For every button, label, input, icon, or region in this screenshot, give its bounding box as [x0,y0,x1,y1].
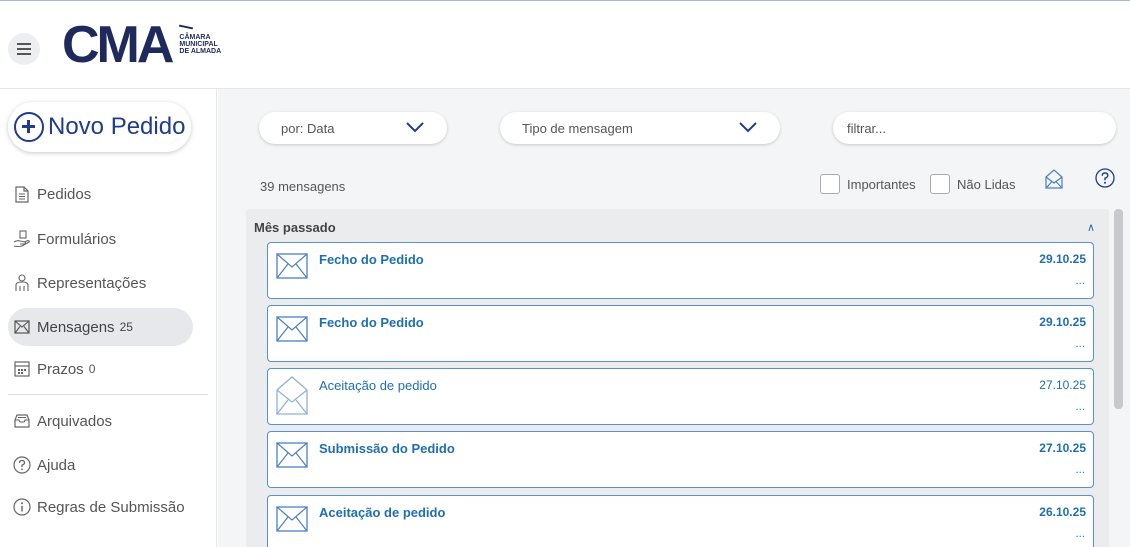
more-indicator: ... [1075,529,1085,540]
filter-placeholder: filtrar... [847,120,887,136]
message-type-value: Tipo de mensagem [522,120,633,136]
envelope-icon [276,442,308,472]
unread-label: Não Lidas [957,176,1016,192]
hamburger-menu-icon[interactable] [8,33,40,65]
sidebar-item-formularios[interactable]: Formulários [8,220,193,258]
logo-line-3: DE ALMADA [179,48,222,55]
message-title: Fecho do Pedido [319,315,424,330]
envelope-icon [276,253,308,283]
message-date: 27.10.25 [1039,378,1086,392]
app-header: CMA CÂMARA MUNICIPAL DE ALMADA [0,1,1130,89]
logo-subtitle: CÂMARA MUNICIPAL DE ALMADA [179,24,222,55]
sidebar-item-ajuda[interactable]: Ajuda [8,446,193,484]
sidebar-item-label: Pedidos [37,185,92,203]
message-list: Mês passado ∧ Fecho do Pedido 29.10.25 .… [246,209,1109,547]
sidebar-item-representacoes[interactable]: Representações [8,264,193,302]
envelope-icon [13,318,31,336]
hand-form-icon [13,230,31,248]
help-icon[interactable] [1095,168,1115,192]
message-type-dropdown[interactable]: Tipo de mensagem [500,112,780,144]
open-envelope-icon [276,374,308,420]
message-date: 29.10.25 [1039,315,1086,329]
message-card[interactable]: Fecho do Pedido 29.10.25 ... [267,305,1094,362]
plus-circle-icon [14,112,44,142]
new-request-label: Novo Pedido [48,113,186,140]
sidebar-item-label: Regras de Submissão [37,498,185,516]
sidebar-item-regras-submissao[interactable]: Regras de Submissão [8,488,213,526]
unread-checkbox[interactable]: Não Lidas [930,172,1016,196]
message-date: 27.10.25 [1039,441,1086,455]
message-title: Aceitação de pedido [319,505,446,520]
more-indicator: ... [1075,339,1085,350]
more-indicator: ... [1075,402,1085,413]
group-title: Mês passado [254,220,336,235]
messages-panel: por: Data Tipo de mensagem filtrar... 39… [218,89,1130,547]
logo-text: CMA [62,16,174,74]
checkbox-box[interactable] [930,174,950,194]
sidebar-item-mensagens[interactable]: Mensagens 25 [8,308,193,346]
envelope-icon [276,506,308,536]
message-card[interactable]: Fecho do Pedido 29.10.25 ... [267,242,1094,299]
message-date: 26.10.25 [1039,505,1086,519]
sidebar-item-label: Prazos [37,360,84,378]
more-indicator: ... [1075,465,1085,476]
message-title: Aceitação de pedido [319,378,437,393]
document-icon [13,185,31,203]
message-card[interactable]: Aceitação de pedido 26.10.25 ... [267,495,1094,547]
calendar-icon [13,360,31,378]
help-icon [13,456,31,474]
chevron-down-icon [738,121,758,136]
message-title: Submissão do Pedido [319,441,455,456]
sidebar-item-label: Representações [37,274,147,292]
message-card[interactable]: Submissão do Pedido 27.10.25 ... [267,431,1094,488]
sidebar-item-label: Arquivados [37,412,113,430]
checkbox-box[interactable] [820,174,840,194]
important-label: Importantes [847,176,916,192]
open-envelope-icon[interactable] [1045,169,1063,193]
sidebar-item-count: 25 [119,320,133,334]
envelope-icon [276,316,308,346]
sidebar-item-prazos[interactable]: Prazos 0 [8,350,193,388]
archive-icon [13,412,31,430]
sidebar-item-label: Formulários [37,230,117,248]
chevron-down-icon [405,121,425,136]
collapse-caret-icon[interactable]: ∧ [1087,221,1095,234]
cma-logo[interactable]: CMA CÂMARA MUNICIPAL DE ALMADA [62,16,222,74]
message-count: 39 mensagens [260,179,346,194]
scrollbar[interactable] [1114,209,1123,409]
sidebar-item-pedidos[interactable]: Pedidos [8,175,193,213]
sidebar-item-count: 0 [88,362,96,376]
sort-dropdown[interactable]: por: Data [259,112,447,144]
message-title: Fecho do Pedido [319,252,424,267]
sidebar-item-arquivados[interactable]: Arquivados [8,402,193,440]
info-icon [13,498,31,516]
important-checkbox[interactable]: Importantes [820,172,916,196]
logo-line-2: MUNICIPAL [179,41,218,48]
sort-value: por: Data [281,120,335,136]
sidebar-divider [8,394,208,395]
sidebar-item-label: Mensagens [37,318,115,336]
sidebar: Novo Pedido Pedidos Formulários Represen… [0,89,217,547]
people-icon [13,274,31,292]
filter-input[interactable]: filtrar... [833,112,1116,144]
message-date: 29.10.25 [1039,252,1086,266]
message-card[interactable]: Aceitação de pedido 27.10.25 ... [267,368,1094,425]
logo-line-1: CÂMARA [179,34,211,41]
more-indicator: ... [1075,276,1085,287]
sidebar-item-label: Ajuda [37,456,76,474]
new-request-button[interactable]: Novo Pedido [8,102,191,152]
